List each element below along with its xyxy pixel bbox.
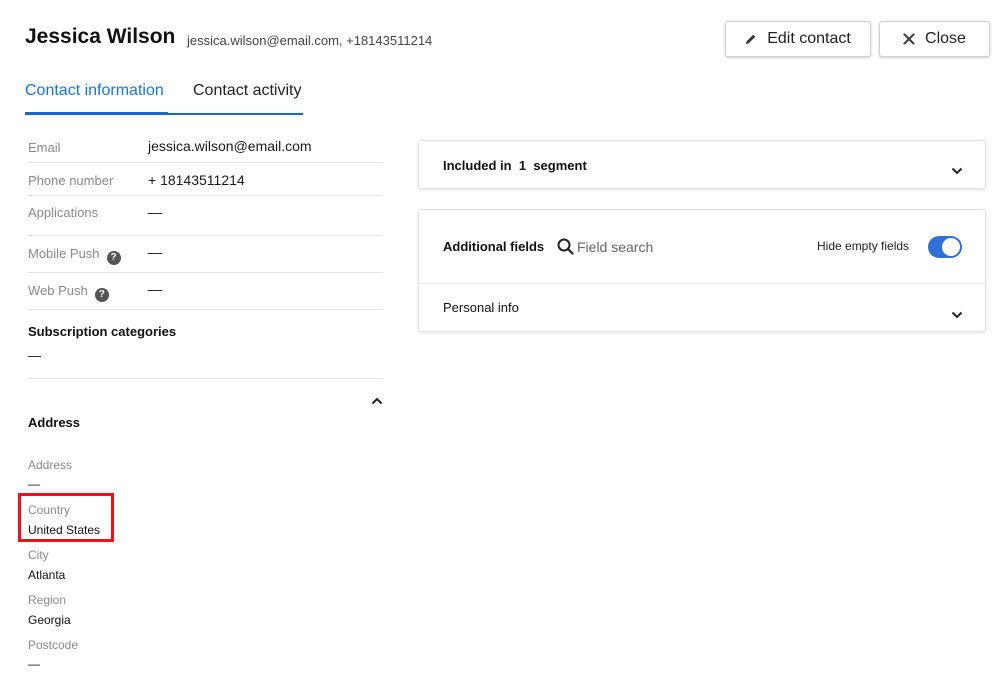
region-value: Georgia	[28, 613, 71, 627]
field-search-input[interactable]	[577, 236, 757, 258]
email-value: jessica.wilson@email.com	[148, 138, 312, 154]
mobile-push-label: Mobile Push?	[28, 246, 121, 265]
active-tab-indicator	[25, 112, 168, 115]
hide-empty-fields-label: Hide empty fields	[817, 239, 910, 253]
additional-fields-title: Additional fields	[443, 239, 545, 254]
region-label: Region	[28, 593, 67, 607]
phone-row: Phone number + 18143511214	[27, 163, 383, 196]
city-label: City	[28, 548, 49, 562]
segments-card[interactable]: Included in 1 segment	[418, 140, 986, 189]
tab-underline	[25, 112, 303, 115]
email-row: Email jessica.wilson@email.com	[27, 130, 383, 163]
card-divider	[419, 283, 985, 284]
segments-suffix: segment	[533, 158, 587, 173]
city-value: Atlanta	[28, 568, 66, 582]
address-field-value: —	[28, 477, 40, 491]
segments-prefix: Included in	[443, 158, 512, 173]
edit-contact-button[interactable]: Edit contact	[725, 21, 871, 57]
segments-summary: Included in 1 segment	[443, 158, 587, 173]
tab-contact-activity[interactable]: Contact activity	[193, 82, 301, 114]
chevron-up-icon[interactable]	[371, 392, 383, 410]
close-button[interactable]: Close	[879, 21, 990, 57]
contact-summary: jessica.wilson@email.com, +18143511214	[187, 33, 433, 48]
search-icon	[557, 238, 574, 260]
contact-tabs: Contact information Contact activity	[25, 82, 305, 116]
phone-value: + 18143511214	[148, 172, 245, 188]
applications-label: Applications	[28, 205, 99, 220]
postcode-value: —	[28, 657, 40, 671]
pencil-icon	[745, 33, 757, 45]
hide-empty-fields-toggle[interactable]	[928, 236, 962, 258]
question-circle-icon[interactable]: ?	[94, 288, 109, 302]
phone-label: Phone number	[28, 173, 114, 188]
chevron-down-icon[interactable]	[951, 306, 963, 324]
personal-info-section[interactable]: Personal info	[443, 300, 519, 315]
contact-name: Jessica Wilson	[25, 25, 176, 48]
subscription-categories-value: —	[28, 348, 41, 363]
section-divider	[27, 378, 383, 379]
tab-baseline	[168, 113, 303, 115]
tab-contact-information[interactable]: Contact information	[25, 82, 168, 114]
chevron-down-icon[interactable]	[951, 162, 963, 180]
web-push-value: —	[148, 281, 162, 297]
mobile-push-row: Mobile Push? —	[27, 236, 383, 273]
segments-count: 1	[518, 158, 527, 173]
applications-value: —	[148, 204, 162, 220]
additional-fields-card: Additional fields Hide empty fields Pers…	[418, 209, 986, 332]
toggle-knob	[942, 238, 960, 256]
applications-row: Applications —	[27, 196, 383, 236]
close-x-icon	[903, 33, 915, 45]
web-push-label-text: Web Push	[28, 283, 88, 298]
contact-header: Jessica Wilson jessica.wilson@email.com,…	[0, 0, 1008, 80]
mobile-push-value: —	[148, 244, 162, 260]
email-label: Email	[28, 140, 61, 155]
close-label: Close	[925, 30, 966, 47]
address-section-title: Address	[28, 415, 81, 430]
subscription-categories-title: Subscription categories	[28, 324, 177, 339]
web-push-label: Web Push?	[28, 283, 109, 302]
address-field-label: Address	[28, 458, 73, 472]
country-highlight-box	[18, 493, 114, 542]
postcode-label: Postcode	[28, 638, 79, 652]
question-circle-icon[interactable]: ?	[106, 251, 121, 265]
web-push-row: Web Push? —	[27, 273, 383, 310]
mobile-push-label-text: Mobile Push	[28, 246, 100, 261]
edit-contact-label: Edit contact	[767, 30, 851, 47]
